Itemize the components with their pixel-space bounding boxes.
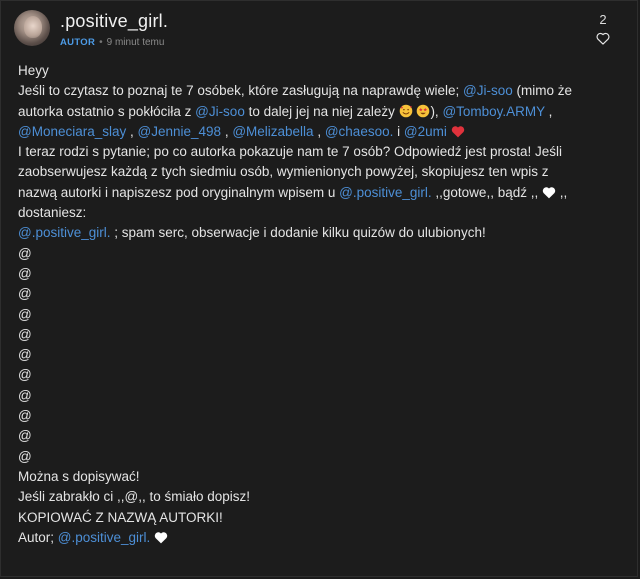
- at-line: @: [18, 245, 32, 261]
- post-card: .positive_girl. AUTOR • 9 minut temu 2 Hey…: [0, 0, 638, 577]
- at-line: @: [18, 265, 32, 281]
- text-segment: ; spam serc, obserwacje i dodanie kilku …: [110, 225, 486, 241]
- mention-jennie[interactable]: @Jennie_498: [138, 124, 222, 139]
- text-segment: ),: [430, 103, 443, 119]
- smiling-face-with-hearts-emoji: [399, 104, 412, 117]
- at-line: @: [18, 367, 32, 383]
- mention-2umi[interactable]: @2umi: [404, 124, 447, 139]
- text-segment: Autor;: [18, 529, 58, 545]
- mention-moneciara[interactable]: @Moneciara_slay: [18, 124, 126, 139]
- mention-melizabella[interactable]: @Melizabella: [232, 124, 313, 139]
- author-username[interactable]: .positive_girl.: [60, 11, 168, 32]
- text-segment: ,,gotowe,, bądź ,,: [431, 184, 542, 200]
- post-meta: AUTOR • 9 minut temu: [60, 37, 164, 48]
- mention-positive-girl[interactable]: @.positive_girl.: [18, 225, 111, 240]
- text-line: Jeśli zabrakło ci ,,@,, to śmiało dopisz…: [18, 489, 251, 505]
- text-segment: to dalej jej na niej zależy: [244, 103, 399, 119]
- at-line: @: [18, 387, 32, 403]
- at-line: @: [18, 408, 32, 424]
- text-line: @Moneciara_slay , @Jennie_498 , @Melizab…: [18, 122, 630, 142]
- text-segment: (mimo że: [512, 83, 572, 99]
- text-line: autorka ostatnio s pokłóciła z @Ji-soo t…: [18, 102, 630, 122]
- at-line: @: [18, 306, 32, 322]
- text-line: Jeśli to czytasz to poznaj te 7 osóbek, …: [18, 81, 630, 101]
- text-segment: nazwą autorki i napiszesz pod oryginalny…: [18, 184, 340, 200]
- author-role-badge: AUTOR: [60, 37, 96, 48]
- text-segment: ,: [544, 103, 553, 119]
- meta-separator: •: [99, 37, 103, 48]
- text-line: Heyy: [18, 63, 49, 78]
- like-control[interactable]: 2: [593, 12, 613, 45]
- text-line: dostaniesz:: [18, 205, 87, 221]
- red-heart-emoji: [451, 126, 464, 138]
- mention-positive-girl[interactable]: @.positive_girl.: [339, 185, 432, 200]
- text-line: I teraz rodzi s pytanie; po co autorka p…: [18, 144, 563, 160]
- mention-positive-girl[interactable]: @.positive_girl.: [58, 530, 151, 545]
- post-body: Heyy Jeśli to czytasz to poznaj te 7 osó…: [18, 61, 630, 548]
- mention-ji-soo[interactable]: @Ji-soo: [195, 104, 245, 119]
- mention-ji-soo[interactable]: @Ji-soo: [463, 83, 513, 98]
- like-count: 2: [599, 12, 607, 27]
- text-segment: autorka ostatnio s pokłóciła z: [18, 103, 196, 119]
- at-line: @: [18, 448, 32, 464]
- text-line: KOPIOWAĆ Z NAZWĄ AUTORKI!: [18, 509, 223, 525]
- mention-chaesoo[interactable]: @chaesoo.: [325, 124, 394, 139]
- heart-outline-icon[interactable]: [596, 32, 610, 45]
- at-line: @: [18, 428, 32, 444]
- text-segment: ,,: [555, 184, 568, 200]
- text-segment: ,: [313, 123, 325, 139]
- text-segment: ,: [221, 123, 233, 139]
- text-segment: ,: [126, 123, 138, 139]
- at-line: @: [18, 286, 32, 302]
- white-heart-emoji: [542, 187, 556, 199]
- post-header: .positive_girl. AUTOR • 9 minut temu 2: [14, 10, 621, 50]
- post-timestamp: 9 minut temu: [106, 37, 165, 48]
- text-line: Można s dopisywać!: [18, 468, 140, 484]
- at-line: @: [18, 326, 32, 342]
- text-segment: Jeśli to czytasz to poznaj te 7 osóbek, …: [18, 83, 463, 99]
- avatar[interactable]: [14, 10, 50, 46]
- white-heart-emoji: [154, 532, 168, 544]
- text-line: @.positive_girl. ; spam serc, obserwacje…: [18, 223, 630, 243]
- at-line: @: [18, 347, 32, 363]
- text-line: zaobserwujesz każdą z tych siedmiu osób,…: [18, 164, 549, 180]
- star-struck-emoji: [417, 104, 430, 117]
- mention-tomboy-army[interactable]: @Tomboy.ARMY: [442, 104, 544, 119]
- text-segment: i: [393, 123, 404, 139]
- text-line: nazwą autorki i napiszesz pod oryginalny…: [18, 183, 630, 203]
- text-line: Autor; @.positive_girl.: [18, 528, 630, 548]
